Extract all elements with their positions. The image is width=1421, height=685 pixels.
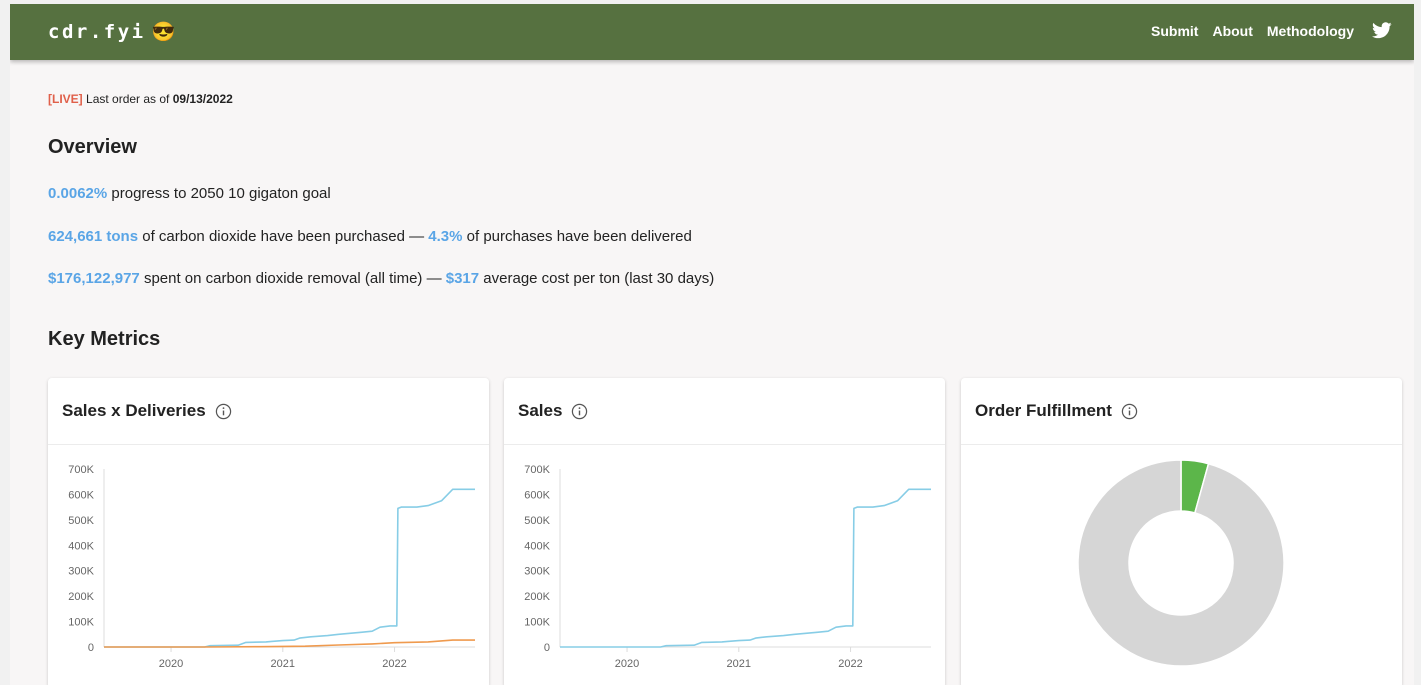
card-title: Sales <box>518 401 563 420</box>
live-tag: [LIVE] <box>48 92 83 106</box>
purchased-stat: 624,661 tons of carbon dioxide have been… <box>48 228 692 245</box>
y-tick-label: 600K <box>68 489 94 501</box>
y-tick-label: 600K <box>524 489 550 501</box>
sunglasses-emoji-icon: 😎 <box>151 21 176 43</box>
x-tick-label: 2022 <box>838 658 862 670</box>
live-status: [LIVE] Last order as of 09/13/2022 <box>48 92 233 106</box>
x-tick-label: 2022 <box>382 658 406 670</box>
y-tick-label: 500K <box>68 515 94 527</box>
key-metrics-heading: Key Metrics <box>48 328 161 350</box>
overview-heading: Overview <box>48 136 137 158</box>
y-tick-label: 200K <box>68 591 94 603</box>
delivered-value: 4.3% <box>428 228 463 245</box>
top-nav: cdr.fyi 😎 Submit About Methodology <box>10 4 1414 60</box>
x-tick-label: 2020 <box>159 658 183 670</box>
sales-card: Sales 0 100K 200K 300K 400K 500K 600K 700K 2020 2… <box>504 378 945 685</box>
y-tick-label: 200K <box>524 591 550 603</box>
spent-stat: $176,122,977 spent on carbon dioxide rem… <box>48 270 714 287</box>
twitter-icon[interactable] <box>1372 22 1392 39</box>
live-status-text: Last order as of <box>86 92 170 106</box>
series-line-sales <box>560 488 931 648</box>
delivered-text: of purchases have been delivered <box>466 228 692 245</box>
series-line-deliveries <box>104 639 475 648</box>
nav-link-submit[interactable]: Submit <box>1151 23 1198 39</box>
progress-text: progress to 2050 10 gigaton goal <box>111 185 331 202</box>
nav-link-about[interactable]: About <box>1212 23 1252 39</box>
y-tick-label: 500K <box>524 515 550 527</box>
spent-value: $176,122,977 <box>48 270 140 287</box>
info-icon[interactable] <box>1121 403 1138 420</box>
card-title: Sales x Deliveries <box>62 401 206 420</box>
info-icon[interactable] <box>215 403 232 420</box>
y-tick-label: 700K <box>68 464 94 476</box>
tons-text: of carbon dioxide have been purchased — <box>142 228 425 245</box>
y-tick-label: 100K <box>68 617 94 629</box>
sales-deliveries-card: Sales x Deliveries 0 100K 200K 300K 400K 500K… <box>48 378 489 685</box>
info-icon[interactable] <box>571 403 588 420</box>
series-line-sales <box>104 488 475 648</box>
brand-name[interactable]: cdr.fyi <box>48 21 146 43</box>
x-tick-label: 2020 <box>615 658 639 670</box>
y-tick-label: 0 <box>544 642 550 654</box>
y-tick-label: 300K <box>524 566 550 578</box>
brand-logo[interactable]: cdr.fyi 😎 <box>48 20 175 43</box>
page: cdr.fyi 😎 Submit About Methodology [LIVE]… <box>10 4 1414 685</box>
x-tick-label: 2021 <box>271 658 295 670</box>
y-tick-label: 700K <box>524 464 550 476</box>
avg-cost-value: $317 <box>445 270 480 287</box>
nav-links: Submit About Methodology <box>1151 22 1392 39</box>
nav-link-methodology[interactable]: Methodology <box>1267 23 1354 39</box>
order-fulfillment-chart <box>1077 459 1285 667</box>
chart-area <box>961 445 1402 685</box>
progress-value: 0.0062% <box>48 185 108 202</box>
sales-deliveries-chart: 0 100K 200K 300K 400K 500K 600K 700K 2020 2021 202… <box>68 464 475 670</box>
y-tick-label: 0 <box>88 642 94 654</box>
card-header: Order Fulfillment <box>961 378 1402 445</box>
pie-slice-1 <box>1077 459 1285 667</box>
sales-chart: 0 100K 200K 300K 400K 500K 600K 700K 2020 2021 202… <box>524 464 931 670</box>
y-tick-label: 400K <box>68 540 94 552</box>
card-header: Sales x Deliveries <box>48 378 489 445</box>
chart-area: 0 100K 200K 300K 400K 500K 600K 700K 2020 2021 202… <box>504 445 945 685</box>
card-header: Sales <box>504 378 945 445</box>
avg-cost-text: average cost per ton (last 30 days) <box>483 270 715 287</box>
y-tick-label: 100K <box>524 617 550 629</box>
y-tick-label: 400K <box>524 540 550 552</box>
x-tick-label: 2021 <box>727 658 751 670</box>
progress-stat: 0.0062% progress to 2050 10 gigaton goal <box>48 185 331 202</box>
y-tick-label: 300K <box>68 566 94 578</box>
order-fulfillment-card: Order Fulfillment <box>961 378 1402 685</box>
card-title: Order Fulfillment <box>975 401 1112 420</box>
spent-text: spent on carbon dioxide removal (all tim… <box>143 270 442 287</box>
chart-area: 0 100K 200K 300K 400K 500K 600K 700K 2020 2021 202… <box>48 445 489 685</box>
last-order-date: 09/13/2022 <box>172 92 233 106</box>
tons-value: 624,661 tons <box>48 228 139 245</box>
